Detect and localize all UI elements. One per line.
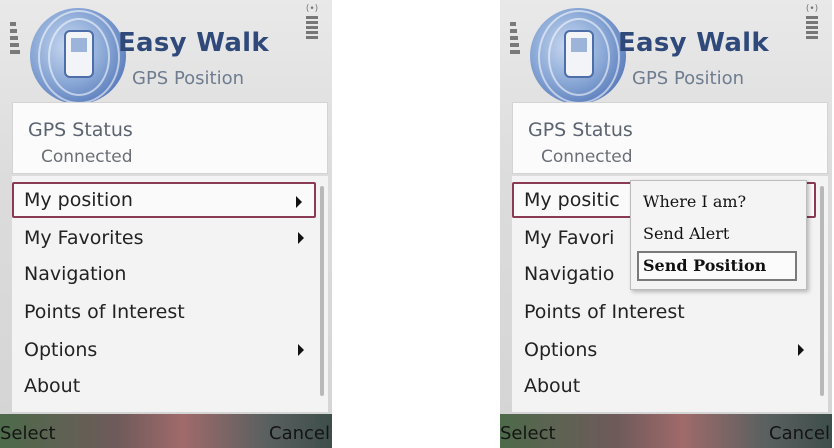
easy-walk-logo-icon [530, 8, 626, 104]
select-softkey[interactable]: Select [500, 423, 556, 444]
submenu-item-label: Where I am? [643, 192, 747, 211]
menu-item-options[interactable]: Options [12, 332, 316, 368]
menu-item-navigation[interactable]: Navigation [12, 256, 316, 292]
cancel-softkey[interactable]: Cancel [269, 423, 330, 444]
gps-status-panel: GPS Status Connected [512, 102, 828, 174]
submenu-arrow-icon [798, 344, 804, 356]
signal-strength-icon [510, 22, 520, 102]
gps-status-value: Connected [41, 147, 133, 167]
menu-item-label: About [524, 375, 581, 397]
menu-item-label: My positic [524, 189, 620, 211]
menu-item-my-favorites[interactable]: My Favorites [12, 220, 316, 256]
menu-item-label: Points of Interest [24, 301, 185, 323]
gps-status-value: Connected [541, 147, 633, 167]
menu-item-label: My Favori [524, 227, 615, 249]
app-title: Easy Walk [118, 28, 269, 58]
submenu-item-label: Send Alert [643, 224, 730, 243]
easy-walk-logo-icon [30, 8, 126, 104]
submenu-item-label: Send Position [643, 256, 767, 275]
submenu-arrow-icon [296, 196, 302, 208]
menu-item-label: Points of Interest [524, 301, 685, 323]
signal-strength-icon [10, 22, 20, 102]
submenu-arrow-icon [298, 344, 304, 356]
app-subtitle: GPS Position [132, 68, 245, 89]
phone-screen-submenu-open: Easy Walk GPS Position (•) GPS Status Co… [500, 0, 832, 448]
select-softkey[interactable]: Select [0, 423, 56, 444]
menu-scrollbar[interactable] [820, 186, 824, 396]
battery-icon: (•) [300, 4, 324, 41]
submenu-item-where-i-am[interactable]: Where I am? [637, 187, 797, 217]
phone-screen-main-menu: Easy Walk GPS Position (•) GPS Status Co… [0, 0, 332, 448]
submenu-arrow-icon [298, 232, 304, 244]
menu-item-points-of-interest[interactable]: Points of Interest [12, 294, 316, 330]
app-header: Easy Walk GPS Position (•) [500, 0, 832, 104]
menu-item-label: My position [24, 189, 133, 211]
menu-item-options[interactable]: Options [512, 332, 816, 368]
menu-item-label: My Favorites [24, 227, 144, 249]
my-position-submenu: Where I am? Send Alert Send Position [630, 180, 807, 290]
menu-item-about[interactable]: About [12, 368, 316, 404]
battery-icon: (•) [800, 4, 824, 41]
menu-item-label: About [24, 375, 81, 397]
menu-scrollbar[interactable] [320, 186, 324, 396]
menu-item-label: Options [24, 339, 98, 361]
app-header: Easy Walk GPS Position (•) [0, 0, 332, 104]
softkey-bar: Select Cancel [0, 414, 332, 448]
main-menu: My position My Favorites Navigation Poin… [12, 176, 328, 412]
gps-status-title: GPS Status [528, 119, 633, 141]
gps-status-panel: GPS Status Connected [12, 102, 328, 174]
gps-status-title: GPS Status [28, 119, 133, 141]
app-subtitle: GPS Position [632, 68, 745, 89]
menu-item-label: Options [524, 339, 598, 361]
menu-item-my-position[interactable]: My position [12, 182, 316, 218]
menu-item-points-of-interest[interactable]: Points of Interest [512, 294, 816, 330]
cancel-softkey[interactable]: Cancel [769, 423, 830, 444]
menu-item-label: Navigatio [524, 263, 615, 285]
submenu-item-send-alert[interactable]: Send Alert [637, 219, 797, 249]
menu-item-label: Navigation [24, 263, 127, 285]
submenu-item-send-position[interactable]: Send Position [637, 251, 797, 281]
app-title: Easy Walk [618, 28, 769, 58]
menu-item-about[interactable]: About [512, 368, 816, 404]
softkey-bar: Select Cancel [500, 414, 832, 448]
